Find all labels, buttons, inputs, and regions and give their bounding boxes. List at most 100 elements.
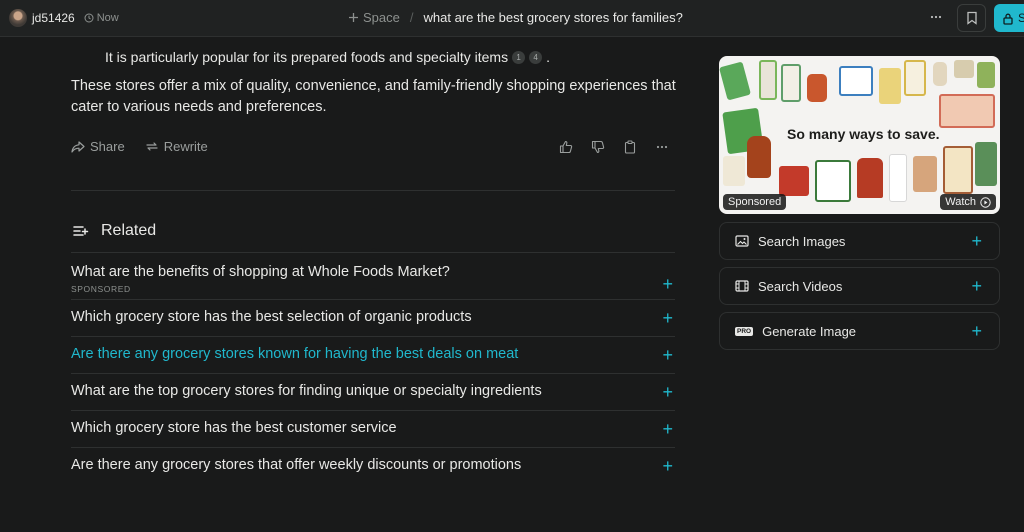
related-question: Which grocery store has the best custome… — [71, 420, 397, 436]
related-item[interactable]: Which grocery store has the best selecti… — [71, 299, 675, 336]
answer-period: . — [546, 49, 550, 65]
more-answer-options-button[interactable] — [653, 139, 671, 155]
share-label: Share — [90, 139, 125, 154]
timestamp: Now — [84, 12, 119, 24]
related-item-hovered[interactable]: Are there any grocery stores known for h… — [71, 336, 675, 373]
answer-tail-text: It is particularly popular for its prepa… — [105, 49, 509, 65]
answer-actions: Share Rewrite — [71, 139, 208, 154]
product-image — [857, 158, 883, 198]
thumbs-down-button[interactable] — [589, 139, 607, 155]
product-image — [943, 146, 973, 194]
answer-summary: These stores offer a mix of quality, con… — [71, 78, 676, 115]
video-icon — [735, 280, 749, 292]
image-icon — [735, 235, 749, 247]
sponsored-video-ad[interactable]: So many ways to save. Sponsored Watch — [719, 56, 1000, 214]
related-question: Are there any grocery stores that offer … — [71, 457, 522, 473]
product-image — [839, 66, 873, 96]
play-icon — [980, 196, 991, 208]
related-question: What are the benefits of shopping at Who… — [71, 264, 450, 280]
add-to-space-link[interactable]: Space — [348, 10, 400, 25]
breadcrumb-separator: / — [409, 10, 414, 25]
related-question: Which grocery store has the best selecti… — [71, 309, 472, 325]
sponsored-badge: Sponsored — [723, 194, 787, 210]
clock-icon — [84, 13, 94, 23]
bookmark-button[interactable] — [957, 4, 986, 32]
page-title: what are the best grocery stores for fam… — [423, 10, 683, 25]
product-image — [779, 166, 809, 196]
watch-label: Watch — [945, 196, 976, 208]
product-image — [815, 160, 851, 202]
plus-icon[interactable]: + — [662, 420, 673, 438]
bookmark-icon — [966, 11, 977, 25]
related-item[interactable]: Which grocery store has the best custome… — [71, 410, 675, 447]
plus-icon[interactable]: + — [662, 383, 673, 401]
share-button-label: S — [1018, 11, 1024, 25]
product-image — [975, 142, 997, 186]
time-label: Now — [96, 12, 119, 24]
product-image — [723, 156, 745, 186]
rewrite-label: Rewrite — [163, 139, 208, 154]
answer-text: It is particularly popular for its prepa… — [105, 49, 550, 65]
thumbs-down-icon — [591, 140, 605, 154]
plus-icon[interactable]: + — [662, 309, 673, 327]
related-heading: Related — [73, 222, 156, 240]
plus-icon[interactable]: + — [662, 346, 673, 364]
product-image — [781, 64, 801, 102]
citation[interactable]: 1 — [512, 50, 526, 64]
product-image — [889, 154, 907, 202]
plus-icon[interactable]: + — [662, 275, 673, 293]
plus-icon[interactable]: + — [971, 277, 982, 295]
product-image — [954, 60, 974, 78]
copy-button[interactable] — [621, 139, 639, 155]
search-videos-button[interactable]: Search Videos + — [719, 267, 1000, 305]
related-question: Are there any grocery stores known for h… — [71, 346, 519, 362]
product-image — [933, 62, 947, 86]
space-label: Space — [363, 10, 400, 25]
breadcrumb: Space / what are the best grocery stores… — [348, 10, 683, 25]
product-image — [719, 61, 751, 101]
related-item[interactable]: What are the top grocery stores for find… — [71, 373, 675, 410]
product-image — [807, 74, 827, 102]
section-divider — [71, 190, 675, 191]
search-images-label: Search Images — [758, 233, 846, 249]
share-button[interactable]: S — [994, 4, 1024, 32]
watch-button[interactable]: Watch — [940, 194, 996, 210]
sponsored-tag: SPONSORED — [71, 284, 131, 294]
pro-badge-icon: PRO — [735, 326, 754, 336]
user-info[interactable]: jd51426 Now — [9, 9, 119, 27]
generate-image-button[interactable]: PRO Generate Image + — [719, 312, 1000, 350]
share-arrow-icon — [71, 140, 85, 153]
avatar[interactable] — [9, 9, 27, 27]
product-image — [759, 60, 777, 100]
clipboard-icon — [624, 140, 636, 154]
username: jd51426 — [32, 11, 75, 25]
lock-icon — [1003, 13, 1013, 25]
plus-icon[interactable]: + — [662, 457, 673, 475]
search-images-button[interactable]: Search Images + — [719, 222, 1000, 260]
related-item[interactable]: Are there any grocery stores that offer … — [71, 447, 675, 484]
related-title: Related — [101, 222, 157, 239]
more-options-button[interactable] — [926, 9, 946, 27]
ad-headline: So many ways to save. — [787, 126, 940, 142]
thumbs-up-button[interactable] — [557, 139, 575, 155]
rewrite-icon — [146, 142, 158, 151]
rewrite-button[interactable]: Rewrite — [145, 139, 208, 154]
product-image — [977, 62, 995, 88]
product-image — [939, 94, 995, 128]
product-image — [904, 60, 926, 96]
plus-icon[interactable]: + — [971, 232, 982, 250]
product-image — [913, 156, 937, 192]
share-answer-button[interactable]: Share — [71, 139, 125, 154]
related-list: What are the benefits of shopping at Who… — [71, 252, 675, 484]
feedback-actions — [557, 139, 671, 155]
related-question: What are the top grocery stores for find… — [71, 383, 542, 399]
plus-icon[interactable]: + — [971, 322, 982, 340]
plus-icon — [349, 13, 358, 22]
citation[interactable]: 4 — [529, 50, 543, 64]
ellipsis-icon — [656, 145, 668, 149]
ellipsis-icon — [930, 15, 942, 19]
related-item-sponsored[interactable]: What are the benefits of shopping at Who… — [71, 252, 675, 299]
product-image — [747, 136, 771, 178]
product-image — [879, 68, 901, 104]
search-videos-label: Search Videos — [758, 278, 843, 294]
